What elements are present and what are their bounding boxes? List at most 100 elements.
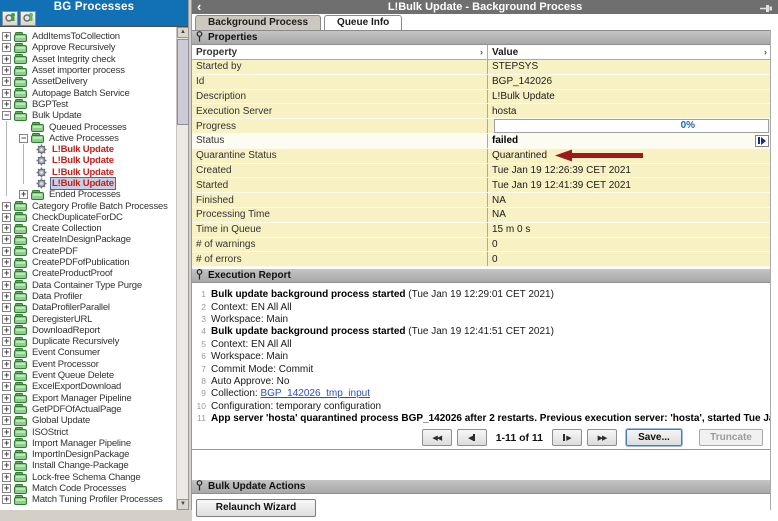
tree-item[interactable]: +Autopage Batch Service [0,87,176,98]
property-row[interactable]: # of errors0 [192,252,771,267]
tree-item[interactable]: +DataProfilerParallel [0,302,176,313]
tree-item[interactable]: +Event Processor [0,359,176,370]
tree-item[interactable]: +BGPTest [0,99,176,110]
tree-item[interactable]: +Approve Recursively [0,42,176,53]
tree-item[interactable]: Queued Processes [0,121,176,132]
property-row[interactable]: Statusfailed [192,134,771,149]
tree-expander-icon[interactable]: + [19,190,28,199]
tree-expander-icon[interactable]: + [2,337,11,346]
property-row[interactable]: # of warnings0 [192,238,771,253]
status-flip-icon[interactable] [755,135,769,147]
tree-item[interactable]: +CreatePDF [0,246,176,257]
user-processes-filter-button[interactable] [2,11,18,26]
tree-item[interactable]: −Active Processes [0,133,176,144]
tree-expander-icon[interactable]: + [2,224,11,233]
tree-expander-icon[interactable]: + [2,269,11,278]
property-row[interactable]: Time in Queue15 m 0 s [192,223,771,238]
tree-item[interactable]: +CheckDuplicateForDC [0,212,176,223]
property-row[interactable]: CreatedTue Jan 19 12:26:39 CET 2021 [192,164,771,179]
all-processes-filter-button[interactable] [20,11,36,26]
tree-item[interactable]: +Install Change-Package [0,460,176,471]
tree-expander-icon[interactable]: + [2,348,11,357]
tree-item[interactable]: +ExcelExportDownload [0,381,176,392]
tree-expander-icon[interactable]: + [2,66,11,75]
property-row[interactable]: Processing TimeNA [192,208,771,223]
tree-item[interactable]: +Export Manager Pipeline [0,393,176,404]
tree-item[interactable]: +AssetDelivery [0,76,176,87]
property-row[interactable]: StartedTue Jan 19 12:41:39 CET 2021 [192,178,771,193]
first-page-icon[interactable]: ◀◀ [422,429,452,446]
tree-item[interactable]: +Data Profiler [0,291,176,302]
tree-expander-icon[interactable]: + [2,55,11,64]
sort-indicator-icon[interactable]: › [480,47,483,57]
tree-item[interactable]: +Duplicate Recursively [0,336,176,347]
panel-scrollbar[interactable] [770,30,778,510]
tree-expander-icon[interactable]: + [2,281,11,290]
relaunch-wizard-button[interactable]: Relaunch Wizard [196,499,316,517]
tree-item[interactable]: +Data Container Type Purge [0,280,176,291]
tree-expander-icon[interactable]: + [2,382,11,391]
sort-indicator-icon[interactable]: › [764,47,767,57]
collection-link[interactable]: BGP_142026_tmp_input [260,388,370,399]
tree-expander-icon[interactable]: − [2,111,11,120]
property-row[interactable]: IdBGP_142026 [192,75,771,90]
tree-expander-icon[interactable]: + [2,247,11,256]
tree-item[interactable]: +DownloadReport [0,325,176,336]
tree-item[interactable]: +Event Consumer [0,347,176,358]
tree-expander-icon[interactable]: + [2,213,11,222]
tree-expander-icon[interactable]: + [2,405,11,414]
tree-item[interactable]: +CreateInDesignPackage [0,234,176,245]
tree-expander-icon[interactable]: + [2,394,11,403]
tree-item[interactable]: +ImportInDesignPackage [0,449,176,460]
tree-expander-icon[interactable]: + [2,315,11,324]
tree-expander-icon[interactable]: + [2,439,11,448]
back-icon[interactable]: ‹ [197,0,201,13]
tree-expander-icon[interactable]: − [19,134,28,143]
tree-item[interactable]: +Event Queue Delete [0,370,176,381]
tab-background-process[interactable]: Background Process [195,15,321,30]
next-page-icon[interactable]: ▶ [552,429,582,446]
tree-item[interactable]: +Asset importer process [0,65,176,76]
tree-item[interactable]: +CreateProductProof [0,268,176,279]
tree-expander-icon[interactable]: + [2,473,11,482]
tree-expander-icon[interactable]: + [2,450,11,459]
tab-queue-info[interactable]: Queue Info [324,15,402,30]
tree-item[interactable]: +Ended Processes [0,189,176,200]
prev-page-icon[interactable]: ◀ [457,429,487,446]
last-page-icon[interactable]: ▶▶ [587,429,617,446]
property-row[interactable]: DescriptionL!Bulk Update [192,90,771,105]
tree-item[interactable]: L!Bulk Update [0,178,176,189]
tree-expander-icon[interactable]: + [2,202,11,211]
scrollbar-thumb[interactable] [177,39,189,125]
tree-expander-icon[interactable]: + [2,495,11,504]
tree-expander-icon[interactable]: + [2,100,11,109]
value-column-header[interactable]: Value › [488,45,771,59]
tree-expander-icon[interactable]: + [2,43,11,52]
tree-item[interactable]: +Import Manager Pipeline [0,438,176,449]
tree-expander-icon[interactable]: + [2,258,11,267]
tree-item[interactable]: +Category Profile Batch Processes [0,200,176,211]
tree-expander-icon[interactable]: + [2,32,11,41]
tree-expander-icon[interactable]: + [2,484,11,493]
tree-item[interactable]: +CreatePDFofPublication [0,257,176,268]
tree-expander-icon[interactable]: + [2,292,11,301]
tree-item[interactable]: +Asset Integrity check [0,54,176,65]
tree-item[interactable]: −Bulk Update [0,110,176,121]
tree-item[interactable]: L!Bulk Update [0,144,176,155]
tree-expander-icon[interactable]: + [2,371,11,380]
tree-expander-icon[interactable]: + [2,303,11,312]
tree-expander-icon[interactable]: + [2,360,11,369]
tree-item[interactable]: +ISOStrict [0,426,176,437]
tree-item[interactable]: +Match Tuning Profiler Processes [0,494,176,505]
property-row[interactable]: FinishedNA [192,193,771,208]
tree-scrollbar[interactable]: ▲ ▼ [176,27,188,510]
tree-expander-icon[interactable]: + [2,416,11,425]
scroll-down-icon[interactable]: ▼ [177,499,189,510]
tree-item[interactable]: +Lock-free Schema Change [0,472,176,483]
pin-icon[interactable] [760,3,773,17]
tree-item[interactable]: +Create Collection [0,223,176,234]
tree-item[interactable]: +Global Update [0,415,176,426]
tree-item[interactable]: L!Bulk Update [0,155,176,166]
tree-expander-icon[interactable]: + [2,326,11,335]
property-row[interactable]: Execution Serverhosta [192,104,771,119]
